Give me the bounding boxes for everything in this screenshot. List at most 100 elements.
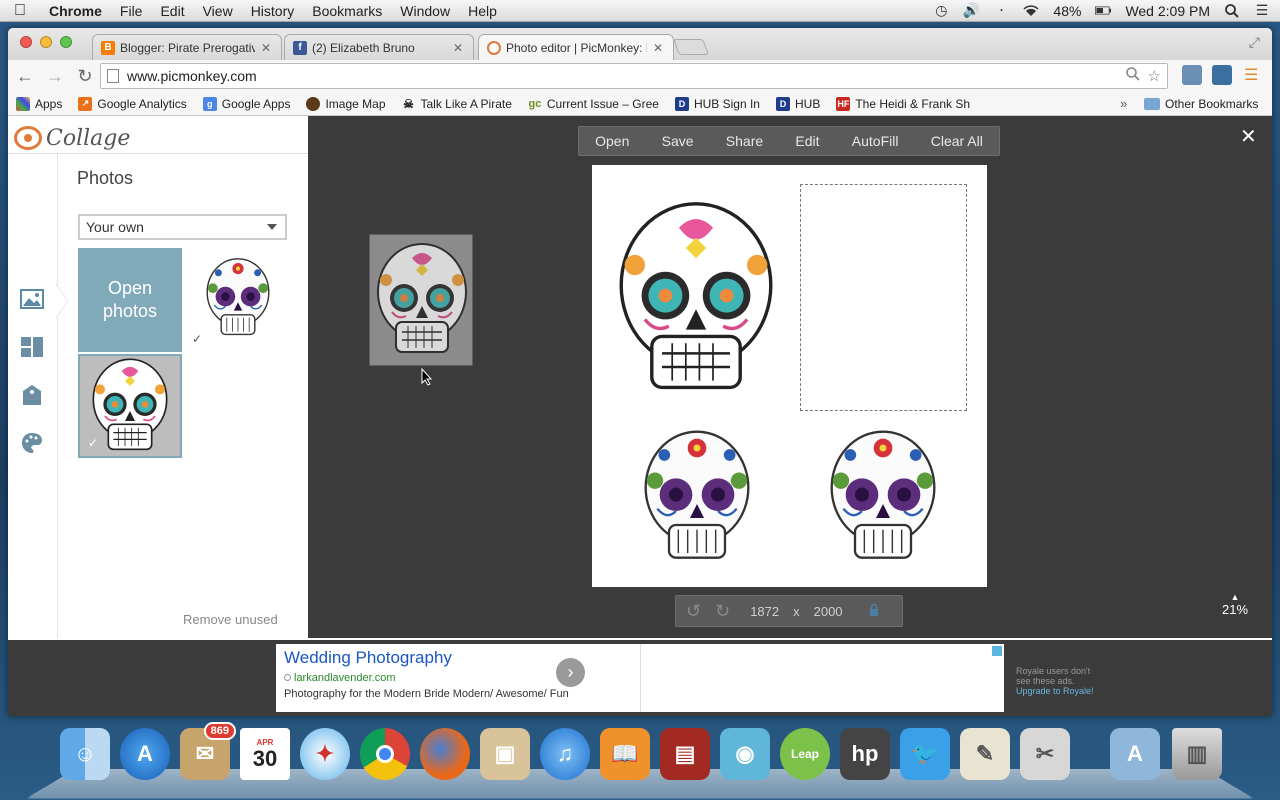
bookmark-apps[interactable]: Apps (8, 96, 70, 111)
canvas-width-field[interactable]: 1872 (750, 604, 779, 619)
zoom-window-button[interactable] (60, 36, 72, 48)
remove-unused-link[interactable]: Remove unused (183, 612, 278, 627)
stickers-tab-icon[interactable] (19, 382, 45, 408)
layouts-tab-icon[interactable] (19, 334, 45, 360)
ibooks-icon[interactable]: 📖 (600, 728, 650, 780)
wifi-icon[interactable] (1023, 4, 1039, 18)
other-bookmarks[interactable]: Other Bookmarks (1144, 92, 1258, 116)
tab-facebook[interactable]: f (2) Elizabeth Bruno ✕ (284, 34, 474, 60)
calendar-icon[interactable]: APR 30 (240, 728, 290, 780)
open-photos-button[interactable]: Open photos (78, 248, 182, 352)
extension-owl-icon[interactable] (1182, 65, 1202, 85)
twitter-icon[interactable]: 🐦 (900, 728, 950, 780)
battery-icon[interactable] (1095, 4, 1112, 18)
canvas-height-field[interactable]: 2000 (814, 604, 843, 619)
ad-url[interactable]: larkandlavender.com (284, 672, 396, 684)
lock-aspect-icon[interactable] (869, 603, 879, 620)
bookmark-google-analytics[interactable]: ↗ Google Analytics (70, 96, 194, 111)
address-bar[interactable]: www.picmonkey.com ☆ (100, 63, 1168, 89)
minimize-window-button[interactable] (40, 36, 52, 48)
adchoices-icon[interactable] (992, 646, 1002, 656)
photo-thumbnail[interactable]: ✓ (184, 248, 288, 352)
empty-collage-cell[interactable] (800, 184, 967, 411)
menu-app-name[interactable]: Chrome (40, 3, 111, 19)
menu-edit[interactable]: Edit (151, 3, 193, 19)
tab-picmonkey[interactable]: Photo editor | PicMonkey: P ✕ (478, 34, 674, 60)
bluetooth-icon[interactable]: ᛫ (993, 3, 1009, 19)
forward-icon[interactable]: → (42, 66, 68, 87)
ad-banner[interactable]: Wedding Photography larkandlavender.com … (276, 644, 1004, 712)
upgrade-royale-link[interactable]: Upgrade to Royale! (1016, 686, 1094, 696)
chrome-menu-icon[interactable]: ☰ (1244, 65, 1258, 85)
share-button[interactable]: Share (726, 133, 763, 149)
spotlight-search-icon[interactable] (1224, 3, 1240, 18)
background-tab-icon[interactable] (19, 430, 45, 456)
ad-arrow-button[interactable]: › (556, 658, 585, 687)
image-capture-icon[interactable]: ◉ (720, 728, 770, 780)
edit-button[interactable]: Edit (795, 133, 819, 149)
bookmark-talk-like-a-pirate[interactable]: ☠ Talk Like A Pirate (394, 97, 520, 111)
notification-center-icon[interactable]: ☰ (1254, 2, 1270, 18)
iphoto-icon[interactable]: ▣ (480, 728, 530, 780)
ad-title[interactable]: Wedding Photography (284, 648, 452, 668)
menu-bookmarks[interactable]: Bookmarks (303, 3, 391, 19)
trash-icon[interactable]: ▥ (1172, 728, 1222, 780)
extension-person-icon[interactable] (1212, 65, 1232, 85)
bookmark-image-map[interactable]: Image Map (298, 96, 393, 111)
search-icon[interactable] (1125, 67, 1140, 85)
close-icon[interactable]: ✕ (1240, 124, 1257, 149)
applications-folder-icon[interactable]: A (1110, 728, 1160, 780)
photo-source-dropdown[interactable]: Your own (78, 214, 287, 240)
hp-printer-icon[interactable]: hp (840, 728, 890, 780)
preview-icon[interactable]: ✎ (960, 728, 1010, 780)
redo-icon[interactable]: ↻ (715, 601, 730, 622)
safari-icon[interactable]: ✦ (300, 728, 350, 780)
mail-icon[interactable]: ✉ 869 (180, 722, 236, 780)
apple-menu-icon[interactable]:  (0, 2, 40, 20)
new-tab-button[interactable] (673, 39, 709, 55)
bookmark-heidi-frank[interactable]: HF The Heidi & Frank Sh (828, 96, 978, 111)
photos-tab-icon[interactable] (19, 286, 45, 312)
volume-icon[interactable]: 🔊 (963, 2, 980, 18)
chrome-icon[interactable] (360, 728, 410, 780)
zoom-up-icon[interactable]: ▲ (1222, 592, 1248, 602)
autofill-button[interactable]: AutoFill (852, 133, 899, 149)
bookmarks-overflow-button[interactable]: » (1120, 96, 1127, 111)
undo-icon[interactable]: ↺ (686, 601, 701, 622)
tab-blogger[interactable]: B Blogger: Pirate Prerogative ✕ (92, 34, 282, 60)
menu-view[interactable]: View (194, 3, 242, 19)
close-tab-icon[interactable]: ✕ (453, 41, 463, 55)
bookmark-current-issue[interactable]: gc Current Issue – Gree (520, 97, 667, 111)
close-tab-icon[interactable]: ✕ (653, 41, 663, 55)
collage-cell[interactable] (611, 183, 781, 415)
bookmark-hub-sign-in[interactable]: D HUB Sign In (667, 96, 768, 111)
bookmark-google-apps[interactable]: g Google Apps (195, 96, 299, 111)
bookmark-star-icon[interactable]: ☆ (1148, 67, 1161, 85)
collage-cell[interactable] (818, 427, 948, 567)
zoom-control[interactable]: ▲ 21% (1222, 592, 1248, 617)
photo-thumbnail[interactable]: ✓ (78, 354, 182, 458)
menu-help[interactable]: Help (459, 3, 506, 19)
dragged-photo[interactable] (369, 234, 473, 366)
grab-scissors-icon[interactable]: ✂ (1020, 728, 1070, 780)
app-store-icon[interactable]: A (120, 728, 170, 780)
firefox-icon[interactable] (420, 728, 470, 780)
menu-file[interactable]: File (111, 3, 152, 19)
open-button[interactable]: Open (595, 133, 629, 149)
clear-all-button[interactable]: Clear All (931, 133, 983, 149)
menu-window[interactable]: Window (391, 3, 459, 19)
reload-icon[interactable]: ↻ (72, 66, 98, 87)
collage-cell[interactable] (632, 427, 762, 567)
close-tab-icon[interactable]: ✕ (261, 41, 271, 55)
menu-history[interactable]: History (242, 3, 304, 19)
photo-booth-icon[interactable]: ▤ (660, 728, 710, 780)
bookmark-hub[interactable]: D HUB (768, 96, 828, 111)
back-icon[interactable]: ← (12, 66, 38, 87)
menubar-clock[interactable]: Wed 2:09 PM (1125, 3, 1210, 19)
finder-icon[interactable]: ☺ (60, 728, 110, 780)
leapfrog-icon[interactable]: Leap (780, 728, 830, 780)
address-text[interactable]: www.picmonkey.com (127, 68, 257, 84)
itunes-icon[interactable]: ♫ (540, 728, 590, 780)
time-machine-icon[interactable]: ◷ (933, 2, 949, 18)
fullscreen-icon[interactable]: ⤢ (1249, 34, 1260, 51)
